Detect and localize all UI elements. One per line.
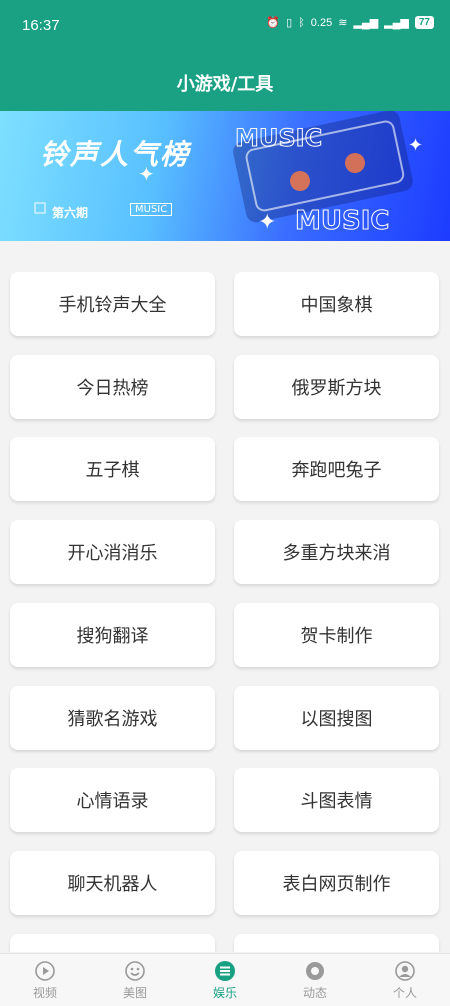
nav-label: 美图 [122, 985, 147, 1000]
tool-card[interactable]: 表白网页制作 [234, 850, 439, 915]
battery-icon: 77 [414, 16, 434, 29]
banner-tag: MUSIC [130, 203, 173, 216]
banner[interactable]: MUSIC MUSIC ✦ ✦ ✦ 铃声人气榜 第六期 MUSIC [0, 111, 450, 241]
tool-card[interactable]: 多重方块来消 [234, 520, 439, 585]
tool-card[interactable]: 俄罗斯方块 [234, 354, 439, 419]
aperture-icon [306, 961, 324, 980]
tool-card[interactable]: 五子棋 [10, 437, 215, 502]
face-icon [125, 960, 145, 981]
nav-item-4[interactable]: 个人 [360, 954, 450, 1006]
tool-card[interactable]: 手机铃声大全 [10, 272, 215, 336]
tool-card[interactable]: 猜歌名游戏 [10, 685, 215, 750]
tool-card[interactable]: 奔跑吧兔子 [234, 437, 439, 502]
banner-issue: 第六期 [52, 206, 89, 220]
vibrate-icon: ▯ [286, 17, 293, 29]
svg-text:MUSIC: MUSIC [235, 124, 322, 152]
play-icon [35, 960, 55, 981]
banner-art: MUSIC MUSIC ✦ ✦ ✦ [34, 111, 423, 237]
nav-item-0[interactable]: 视频 [0, 954, 90, 1006]
user-icon [395, 960, 415, 981]
page-title: 小游戏/工具 [176, 74, 274, 95]
svg-text:✦: ✦ [408, 135, 423, 156]
tool-card[interactable]: 心情语录 [10, 768, 215, 833]
tool-card[interactable]: 今日热榜 [10, 354, 215, 419]
tool-card[interactable]: 聊天机器人 [10, 850, 215, 915]
nav-label: 娱乐 [212, 985, 237, 1000]
nav-label: 视频 [32, 985, 57, 1000]
status-time: 16:37 [22, 17, 60, 34]
banner-title: 铃声人气榜 [40, 138, 191, 171]
tool-card[interactable]: 斗图表情 [234, 768, 439, 833]
app-header: 小游戏/工具 [0, 54, 450, 111]
bluetooth-icon: ᛒ [298, 16, 305, 29]
nav-item-1[interactable]: 美图 [90, 954, 180, 1006]
signal-icon-2: ▂▄▆ [384, 17, 409, 29]
tool-card-partial[interactable] [10, 933, 215, 952]
svg-text:MUSIC: MUSIC [295, 206, 389, 236]
tool-card[interactable]: 中国象棋 [234, 272, 439, 336]
status-icons: ⏰ ▯ ᛒ 0.25 ≋ ▂▄▆ ▂▄▆ 77 [266, 16, 434, 29]
tool-card[interactable]: 开心消消乐 [10, 520, 215, 585]
signal-icon: ▂▄▆ [353, 17, 379, 29]
nav-item-2[interactable]: 娱乐 [180, 954, 270, 1006]
nav-label: 个人 [392, 985, 417, 1000]
wifi-icon: ≋ [338, 17, 348, 29]
tool-card[interactable]: 以图搜图 [234, 685, 439, 750]
status-bar: 16:37 ⏰ ▯ ᛒ 0.25 ≋ ▂▄▆ ▂▄▆ 77 [0, 0, 450, 54]
bottom-nav: 视频 美图 娱乐 动态 个人 [0, 953, 450, 1006]
nav-item-3[interactable]: 动态 [270, 954, 360, 1006]
tool-card[interactable]: 贺卡制作 [234, 602, 439, 667]
svg-text:✦: ✦ [258, 210, 276, 235]
alarm-icon: ⏰ [266, 17, 281, 29]
nav-label: 动态 [302, 985, 327, 1000]
tool-grid: 手机铃声大全 中国象棋 今日热榜 俄罗斯方块 五子棋 奔跑吧兔子 开心消消乐 多重方块来消 搜狗… [0, 241, 450, 952]
tool-card-partial[interactable] [234, 933, 439, 952]
tool-card[interactable]: 搜狗翻译 [10, 602, 215, 667]
list-icon [215, 960, 235, 981]
network-speed: 0.25 [310, 16, 333, 29]
